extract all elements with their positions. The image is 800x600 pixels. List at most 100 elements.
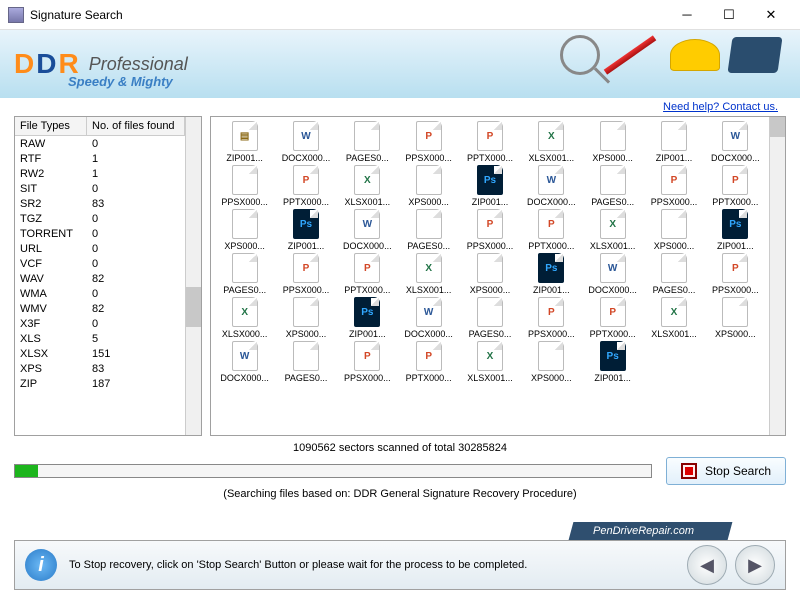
- file-item[interactable]: PsZIP001...: [460, 165, 519, 207]
- file-item[interactable]: PPPSX000...: [706, 253, 765, 295]
- file-item[interactable]: WDOCX000...: [215, 341, 274, 383]
- file-item[interactable]: XXLSX001...: [644, 297, 703, 339]
- left-scrollbar-thumb[interactable]: [186, 287, 201, 327]
- file-item[interactable]: PPPTX000...: [276, 165, 335, 207]
- file-label: XPS000...: [531, 373, 572, 383]
- file-item[interactable]: WDOCX000...: [399, 297, 458, 339]
- minimize-button[interactable]: ─: [666, 0, 708, 30]
- file-item[interactable]: PsZIP001...: [276, 209, 335, 251]
- file-item[interactable]: XXLSX001...: [460, 341, 519, 383]
- window-title: Signature Search: [30, 8, 666, 22]
- file-item[interactable]: PPPTX000...: [522, 209, 581, 251]
- table-row[interactable]: WMA0: [15, 286, 185, 301]
- file-item[interactable]: PAGES0...: [338, 121, 397, 163]
- close-button[interactable]: ✕: [750, 0, 792, 30]
- file-item[interactable]: PsZIP001...: [338, 297, 397, 339]
- file-item[interactable]: PPPTX000...: [338, 253, 397, 295]
- file-item[interactable]: PAGES0...: [399, 209, 458, 251]
- back-button[interactable]: ◀: [687, 545, 727, 585]
- file-label: ZIP001...: [533, 285, 570, 295]
- file-item[interactable]: PAGES0...: [644, 253, 703, 295]
- col-count[interactable]: No. of files found: [87, 117, 185, 135]
- file-item[interactable]: WDOCX000...: [522, 165, 581, 207]
- file-item[interactable]: PPPSX000...: [644, 165, 703, 207]
- table-row[interactable]: XLS5: [15, 331, 185, 346]
- file-item[interactable]: XXLSX001...: [338, 165, 397, 207]
- table-row[interactable]: RW21: [15, 166, 185, 181]
- col-file-types[interactable]: File Types: [15, 117, 87, 135]
- table-row[interactable]: XLSX151: [15, 346, 185, 361]
- file-item[interactable]: XPS000...: [276, 297, 335, 339]
- file-label: PPSX000...: [712, 285, 759, 295]
- file-label: ZIP001...: [656, 153, 693, 163]
- table-row[interactable]: RAW0: [15, 136, 185, 151]
- table-row[interactable]: ZIP187: [15, 376, 185, 391]
- file-icon: Ps: [722, 209, 748, 239]
- file-item[interactable]: WDOCX000...: [706, 121, 765, 163]
- table-row[interactable]: SR283: [15, 196, 185, 211]
- cell-filetype: XLS: [15, 331, 87, 346]
- files-grid-panel: ▤ZIP001...WDOCX000...PAGES0...PPPSX000..…: [210, 116, 786, 436]
- right-scrollbar-thumb[interactable]: [770, 117, 785, 137]
- left-scrollbar[interactable]: [185, 117, 201, 435]
- file-item[interactable]: XXLSX001...: [522, 121, 581, 163]
- table-row[interactable]: XPS83: [15, 361, 185, 376]
- file-item[interactable]: PPSX000...: [215, 165, 274, 207]
- file-label: PPTX000...: [590, 329, 636, 339]
- file-item[interactable]: XXLSX001...: [583, 209, 642, 251]
- file-icon: P: [538, 209, 564, 239]
- table-row[interactable]: SIT0: [15, 181, 185, 196]
- right-scrollbar[interactable]: [769, 117, 785, 435]
- cell-count: 0: [87, 256, 185, 271]
- file-icon: P: [293, 253, 319, 283]
- file-item[interactable]: XPS000...: [460, 253, 519, 295]
- table-row[interactable]: TGZ0: [15, 211, 185, 226]
- file-item[interactable]: XXLSX000...: [215, 297, 274, 339]
- file-item[interactable]: XPS000...: [522, 341, 581, 383]
- table-row[interactable]: RTF1: [15, 151, 185, 166]
- file-item[interactable]: ▤ZIP001...: [215, 121, 274, 163]
- file-item[interactable]: PAGES0...: [460, 297, 519, 339]
- file-item[interactable]: XPS000...: [706, 297, 765, 339]
- table-row[interactable]: X3F0: [15, 316, 185, 331]
- file-item[interactable]: PPPSX000...: [338, 341, 397, 383]
- file-item[interactable]: WDOCX000...: [583, 253, 642, 295]
- file-item[interactable]: PAGES0...: [583, 165, 642, 207]
- file-item[interactable]: WDOCX000...: [276, 121, 335, 163]
- file-item[interactable]: XPS000...: [644, 209, 703, 251]
- file-item[interactable]: XPS000...: [583, 121, 642, 163]
- table-row[interactable]: WAV82: [15, 271, 185, 286]
- cell-filetype: X3F: [15, 316, 87, 331]
- table-row[interactable]: VCF0: [15, 256, 185, 271]
- maximize-button[interactable]: ☐: [708, 0, 750, 30]
- file-item[interactable]: XPS000...: [215, 209, 274, 251]
- file-item[interactable]: PsZIP001...: [706, 209, 765, 251]
- file-item[interactable]: PsZIP001...: [522, 253, 581, 295]
- file-item[interactable]: PsZIP001...: [583, 341, 642, 383]
- file-item[interactable]: PPPTX000...: [706, 165, 765, 207]
- banner-art: [560, 35, 780, 75]
- file-item[interactable]: PPPTX000...: [583, 297, 642, 339]
- file-item[interactable]: WDOCX000...: [338, 209, 397, 251]
- file-item[interactable]: XPS000...: [399, 165, 458, 207]
- file-item[interactable]: PPPTX000...: [399, 341, 458, 383]
- table-row[interactable]: WMV82: [15, 301, 185, 316]
- file-item[interactable]: PPPTX000...: [460, 121, 519, 163]
- file-icon: P: [661, 165, 687, 195]
- file-item[interactable]: PPPSX000...: [460, 209, 519, 251]
- cell-filetype: WMV: [15, 301, 87, 316]
- file-item[interactable]: PPPSX000...: [522, 297, 581, 339]
- file-item[interactable]: PPPSX000...: [276, 253, 335, 295]
- table-row[interactable]: URL0: [15, 241, 185, 256]
- table-row[interactable]: TORRENT0: [15, 226, 185, 241]
- forward-button[interactable]: ▶: [735, 545, 775, 585]
- progress-bar: [14, 464, 652, 478]
- file-item[interactable]: PAGES0...: [215, 253, 274, 295]
- file-item[interactable]: PPPSX000...: [399, 121, 458, 163]
- file-icon: P: [722, 165, 748, 195]
- file-item[interactable]: ZIP001...: [644, 121, 703, 163]
- help-link[interactable]: Need help? Contact us.: [663, 101, 778, 113]
- file-item[interactable]: XXLSX001...: [399, 253, 458, 295]
- stop-search-button[interactable]: Stop Search: [666, 457, 786, 485]
- file-item[interactable]: PAGES0...: [276, 341, 335, 383]
